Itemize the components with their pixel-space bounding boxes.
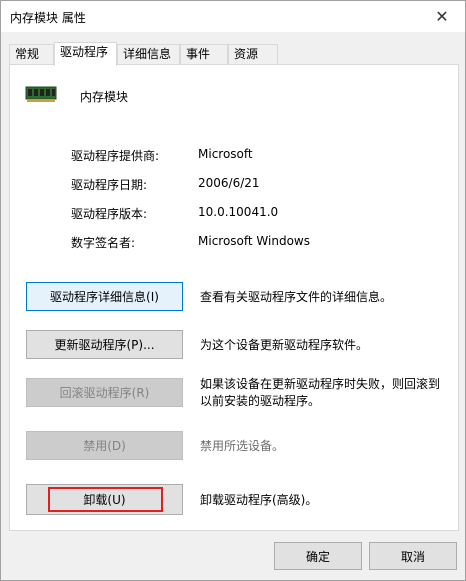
version-value: 10.0.10041.0 (198, 205, 279, 219)
close-button[interactable]: ✕ (419, 1, 465, 32)
window-title: 内存模块 属性 (10, 11, 86, 25)
uninstall-driver-description: 卸载驱动程序(高级)。 (200, 493, 318, 507)
update-driver-button[interactable]: 更新驱动程序(P)... (26, 330, 183, 359)
disable-device-description: 禁用所选设备。 (200, 439, 285, 453)
update-driver-description: 为这个设备更新驱动程序软件。 (200, 338, 369, 352)
disable-device-button[interactable]: 禁用(D) (26, 431, 183, 460)
signer-label: 数字签名者: (71, 236, 136, 250)
driver-details-button[interactable]: 驱动程序详细信息(I) (26, 282, 183, 311)
date-value: 2006/6/21 (198, 176, 260, 190)
title-bar: 内存模块 属性 ✕ (1, 1, 465, 32)
rollback-driver-description: 如果该设备在更新驱动程序时失败，则回滚到以前安装的驱动程序。 (200, 377, 441, 408)
provider-value: Microsoft (198, 147, 253, 161)
ok-button[interactable]: 确定 (274, 542, 362, 570)
tab-events[interactable]: 事件 (180, 44, 228, 65)
driver-tab-panel: 内存模块 驱动程序提供商: Microsoft 驱动程序日期: 2006/6/2… (9, 64, 459, 531)
date-label: 驱动程序日期: (71, 178, 148, 192)
tab-driver[interactable]: 驱动程序 (54, 42, 117, 66)
cancel-button[interactable]: 取消 (369, 542, 457, 570)
properties-dialog: 内存模块 属性 ✕ 常规 驱动程序 详细信息 事件 资源 内存模块 驱动程序提供… (0, 0, 466, 581)
close-icon: ✕ (435, 7, 449, 26)
rollback-driver-button[interactable]: 回滚驱动程序(R) (26, 378, 183, 407)
uninstall-highlight-box (48, 487, 163, 512)
memory-module-icon (25, 86, 57, 102)
signer-value: Microsoft Windows (198, 234, 310, 248)
provider-label: 驱动程序提供商: (71, 149, 160, 163)
uninstall-button-wrapper: 卸载(U) (26, 484, 183, 515)
device-name: 内存模块 (80, 90, 129, 104)
driver-details-description: 查看有关驱动程序文件的详细信息。 (200, 290, 393, 304)
tab-general[interactable]: 常规 (9, 44, 54, 65)
tab-details[interactable]: 详细信息 (117, 44, 180, 65)
version-label: 驱动程序版本: (71, 207, 148, 221)
tab-resources[interactable]: 资源 (228, 44, 278, 65)
